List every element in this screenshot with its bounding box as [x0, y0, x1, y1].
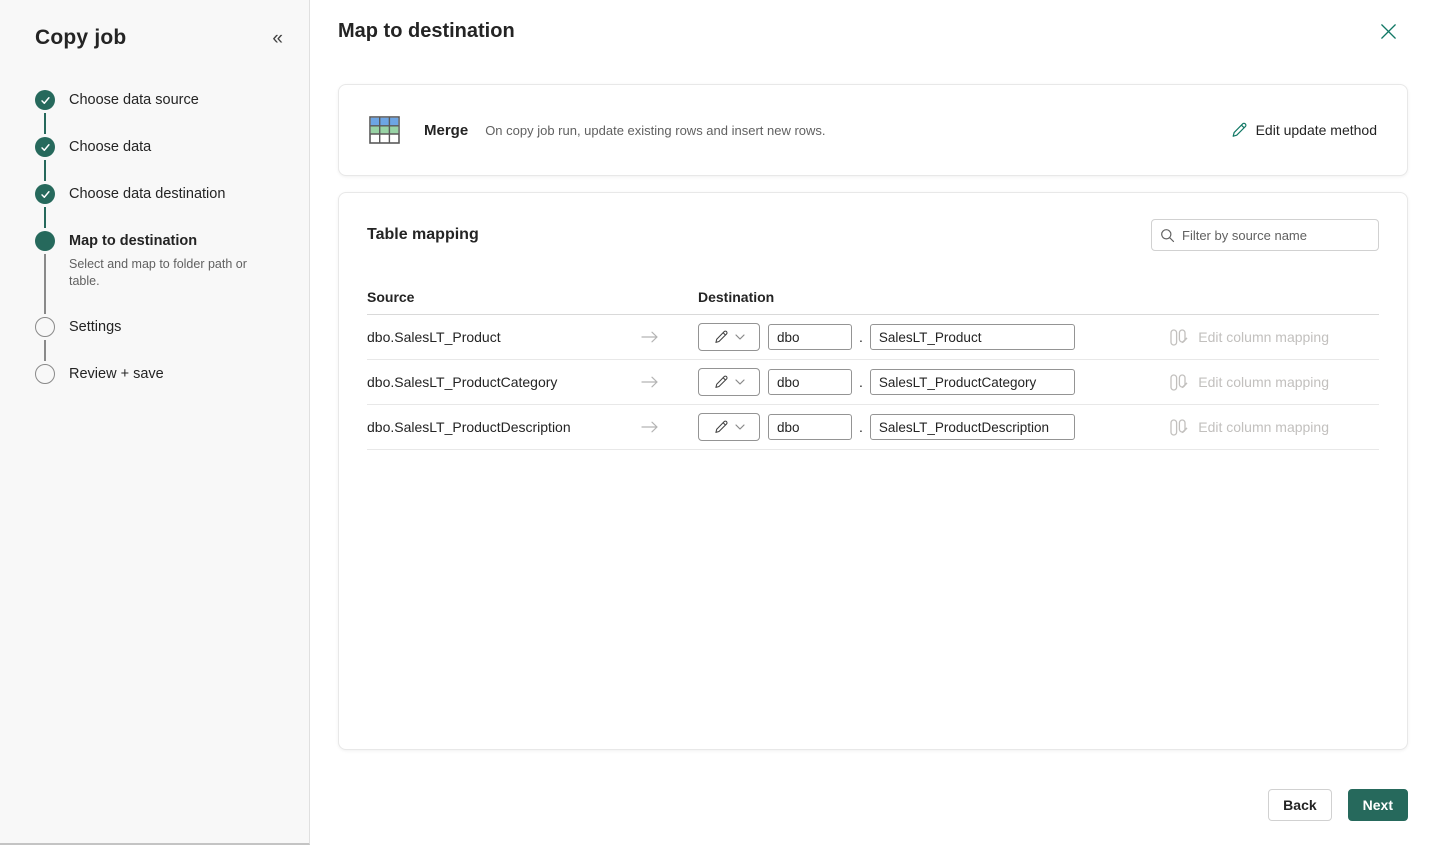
merge-table-icon	[369, 116, 400, 144]
table-header-row: Source Destination	[367, 289, 1379, 315]
destination-table-input[interactable]	[870, 414, 1075, 440]
destination-schema-input[interactable]	[768, 369, 852, 395]
schema-table-separator: .	[859, 374, 863, 390]
step-rail	[35, 231, 55, 317]
update-method-description: On copy job run, update existing rows an…	[485, 123, 825, 138]
map-to-destination-panel: Map to destination Merge On copy job run…	[311, 0, 1432, 845]
step-label: Map to destination	[69, 232, 279, 251]
search-icon	[1160, 228, 1175, 243]
edit-column-mapping-button[interactable]: Edit column mapping	[1170, 374, 1329, 391]
chevron-down-icon	[735, 379, 745, 385]
edit-column-mapping-label: Edit column mapping	[1198, 329, 1329, 345]
step-label: Choose data source	[69, 91, 199, 110]
update-method-card: Merge On copy job run, update existing r…	[338, 84, 1408, 176]
page-title: Map to destination	[338, 20, 515, 43]
wizard-stepper: Choose data source Choose data	[35, 90, 289, 411]
step-rail	[35, 317, 55, 364]
step-choose-data[interactable]: Choose data	[35, 137, 289, 184]
panel-header: Map to destination	[338, 20, 1408, 46]
step-connector	[44, 340, 46, 361]
destination-table-input[interactable]	[870, 369, 1075, 395]
step-connector	[44, 160, 46, 181]
step-circle	[35, 184, 55, 204]
copy-job-sidebar: Copy job « Choose data source	[0, 0, 310, 845]
pencil-icon	[714, 375, 728, 389]
column-mapping-icon	[1170, 374, 1189, 391]
step-rail	[35, 364, 55, 411]
step-map-to-destination[interactable]: Map to destination Select and map to fol…	[35, 231, 289, 317]
check-icon	[40, 142, 51, 153]
destination-column-header: Destination	[698, 289, 774, 305]
step-description: Select and map to folder path or table.	[69, 256, 279, 290]
table-row: dbo.SalesLT_Product . Edit column map	[367, 315, 1379, 360]
chevron-down-icon	[735, 334, 745, 340]
table-mapping-title: Table mapping	[367, 226, 479, 244]
edit-column-mapping-label: Edit column mapping	[1198, 419, 1329, 435]
step-connector	[44, 254, 46, 314]
step-rail	[35, 184, 55, 231]
pencil-icon	[1231, 122, 1247, 138]
chevron-down-icon	[735, 424, 745, 430]
step-circle	[35, 90, 55, 110]
step-connector	[44, 113, 46, 134]
source-table-name: dbo.SalesLT_ProductCategory	[367, 374, 557, 390]
schema-table-separator: .	[859, 419, 863, 435]
step-rail	[35, 137, 55, 184]
step-label: Choose data destination	[69, 185, 225, 204]
back-button[interactable]: Back	[1268, 789, 1331, 821]
step-label: Choose data	[69, 138, 151, 157]
check-icon	[40, 95, 51, 106]
step-label: Review + save	[69, 365, 164, 384]
column-mapping-icon	[1170, 329, 1189, 346]
step-circle	[35, 364, 55, 384]
close-icon[interactable]	[1377, 20, 1400, 46]
edit-column-mapping-button[interactable]: Edit column mapping	[1170, 419, 1329, 436]
sidebar-title: Copy job	[35, 26, 126, 50]
table-row: dbo.SalesLT_ProductCategory . Edit co	[367, 360, 1379, 405]
table-row: dbo.SalesLT_ProductDescription . Edit	[367, 405, 1379, 450]
destination-schema-input[interactable]	[768, 324, 852, 350]
table-mapping-card: Table mapping Source Destination dbo.Sal…	[338, 192, 1408, 750]
destination-type-dropdown[interactable]	[698, 413, 760, 441]
edit-column-mapping-label: Edit column mapping	[1198, 374, 1329, 390]
check-icon	[40, 189, 51, 200]
step-connector	[44, 207, 46, 228]
destination-type-dropdown[interactable]	[698, 368, 760, 396]
step-rail	[35, 90, 55, 137]
next-button[interactable]: Next	[1348, 789, 1408, 821]
arrow-right-icon	[640, 329, 660, 345]
step-label: Settings	[69, 318, 121, 337]
step-circle	[35, 137, 55, 157]
pencil-icon	[714, 420, 728, 434]
arrow-right-icon	[640, 374, 660, 390]
destination-schema-input[interactable]	[768, 414, 852, 440]
filter-input-wrapper	[1151, 219, 1379, 251]
step-review-save[interactable]: Review + save	[35, 364, 289, 411]
wizard-footer: Back Next	[338, 789, 1408, 821]
source-table-name: dbo.SalesLT_ProductDescription	[367, 419, 571, 435]
edit-update-method-button[interactable]: Edit update method	[1231, 122, 1377, 138]
pencil-icon	[714, 330, 728, 344]
update-method-name: Merge	[424, 122, 468, 139]
source-column-header: Source	[367, 289, 698, 305]
arrow-right-icon	[640, 419, 660, 435]
step-choose-data-destination[interactable]: Choose data destination	[35, 184, 289, 231]
sidebar-header: Copy job «	[35, 26, 289, 52]
collapse-sidebar-icon[interactable]: «	[266, 26, 289, 52]
mapping-table: Source Destination dbo.SalesLT_Product .	[367, 289, 1379, 450]
schema-table-separator: .	[859, 329, 863, 345]
column-mapping-icon	[1170, 419, 1189, 436]
destination-table-input[interactable]	[870, 324, 1075, 350]
edit-update-method-label: Edit update method	[1256, 122, 1377, 138]
step-choose-data-source[interactable]: Choose data source	[35, 90, 289, 137]
step-circle	[35, 317, 55, 337]
step-settings[interactable]: Settings	[35, 317, 289, 364]
destination-type-dropdown[interactable]	[698, 323, 760, 351]
edit-column-mapping-button[interactable]: Edit column mapping	[1170, 329, 1329, 346]
step-circle	[35, 231, 55, 251]
filter-by-source-input[interactable]	[1182, 228, 1370, 243]
source-table-name: dbo.SalesLT_Product	[367, 329, 501, 345]
